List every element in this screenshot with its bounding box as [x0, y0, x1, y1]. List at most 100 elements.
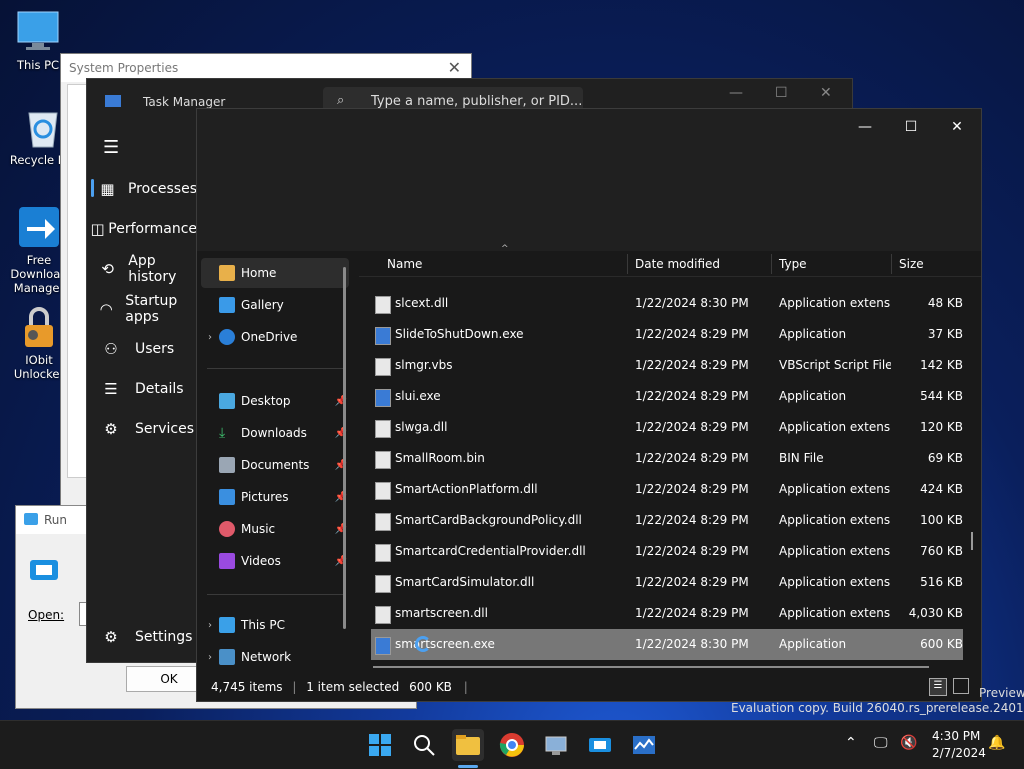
tiles-view-icon[interactable] — [953, 678, 969, 694]
nav-app-history[interactable]: ⟲ App history — [87, 249, 197, 289]
task-manager-taskbar-icon[interactable] — [628, 729, 660, 761]
nav-settings[interactable]: ⚙ Settings — [87, 617, 197, 657]
cell-type: Application extens... — [779, 296, 891, 310]
cell-date: 1/22/2024 8:30 PM — [635, 637, 749, 651]
close-icon[interactable]: ✕ — [820, 85, 832, 101]
nav-music[interactable]: Music 📌 — [201, 514, 349, 544]
column-divider[interactable] — [891, 254, 892, 274]
clock-time[interactable]: 4:30 PM — [932, 729, 980, 743]
cell-size: 544 KB — [920, 389, 963, 403]
chevron-right-icon[interactable]: › — [201, 332, 219, 343]
chevron-right-icon[interactable]: › — [201, 652, 219, 663]
nav-downloads[interactable]: ⤓ Downloads 📌 — [201, 418, 349, 448]
file-explorer-taskbar-icon[interactable] — [452, 729, 484, 761]
network-icon — [219, 649, 235, 665]
table-row[interactable]: SmallRoom.bin 1/22/2024 8:29 PM BIN File 69… — [371, 443, 963, 474]
notification-bell-icon[interactable]: 🔔 — [988, 735, 1005, 751]
cell-date: 1/22/2024 8:29 PM — [635, 606, 749, 620]
hamburger-icon[interactable]: ☰ — [103, 137, 119, 158]
nav-details[interactable]: ☰ Details — [87, 369, 197, 409]
close-icon[interactable]: ✕ — [934, 113, 980, 141]
navigation-pane: Home Gallery › OneDrive Desktop 📌 ⤓ Downloa… — [197, 252, 355, 670]
desktop-icon-this-pc[interactable]: This PC — [8, 10, 68, 72]
cell-name: SmartCardSimulator.dll — [395, 575, 535, 589]
nav-label: Music — [241, 522, 276, 536]
nav-desktop[interactable]: Desktop 📌 — [201, 386, 349, 416]
nav-label: OneDrive — [241, 330, 298, 344]
file-explorer-window[interactable]: — ☐ ✕ Home Gallery › OneDrive Desktop 📌 ⤓ D… — [196, 108, 982, 702]
monitor-icon — [219, 617, 235, 633]
network-icon[interactable]: 🖵 — [874, 735, 888, 751]
download-icon: ⤓ — [219, 425, 226, 441]
cell-date: 1/22/2024 8:30 PM — [635, 296, 749, 310]
table-row[interactable]: smartscreen.exe 1/22/2024 8:30 PM Applicat… — [371, 629, 963, 660]
window-title: Run — [44, 513, 68, 527]
system-properties-taskbar-icon[interactable] — [540, 729, 572, 761]
volume-muted-icon[interactable]: 🔇 — [900, 735, 917, 751]
table-row[interactable]: slmgr.vbs 1/22/2024 8:29 PM VBScript Scrip… — [371, 350, 963, 381]
run-taskbar-icon[interactable] — [584, 729, 616, 761]
nav-label: Videos — [241, 554, 281, 568]
file-icon — [375, 482, 391, 500]
start-icon[interactable] — [364, 729, 396, 761]
task-manager-titlebar[interactable]: Task Manager ⌕ Type a name, publisher, o… — [87, 79, 852, 117]
column-date[interactable]: Date modified — [635, 252, 720, 276]
application-file-icon — [375, 637, 391, 655]
nav-startup[interactable]: ◠ Startup apps — [87, 289, 197, 329]
column-divider[interactable] — [771, 254, 772, 274]
nav-label: Details — [135, 381, 184, 397]
cell-size: 760 KB — [920, 544, 963, 558]
taskbar: ⌃ 🖵 🔇 4:30 PM 2/7/2024 🔔 — [0, 720, 1024, 769]
nav-pictures[interactable]: Pictures 📌 — [201, 482, 349, 512]
nav-gallery[interactable]: Gallery — [201, 290, 349, 320]
nav-users[interactable]: ⚇ Users — [87, 329, 197, 369]
nav-scrollbar[interactable] — [343, 267, 346, 629]
nav-onedrive[interactable]: › OneDrive — [201, 322, 349, 352]
table-row[interactable]: SmartcardCredentialProvider.dll 1/22/2024… — [371, 536, 963, 567]
chevron-up-icon[interactable]: ⌃ — [845, 735, 857, 751]
startup-icon: ◠ — [99, 300, 113, 318]
maximize-icon[interactable]: ☐ — [888, 113, 934, 141]
table-row[interactable]: SmartActionPlatform.dll 1/22/2024 8:29 PM… — [371, 474, 963, 505]
table-row[interactable]: slcext.dll 1/22/2024 8:30 PM Application e… — [371, 288, 963, 319]
nav-this-pc[interactable]: › This PC — [201, 610, 349, 640]
column-divider[interactable] — [627, 254, 628, 274]
nav-performance[interactable]: ◫ Performance — [87, 209, 197, 249]
horizontal-scrollbar[interactable] — [373, 666, 929, 668]
app-history-icon: ⟲ — [101, 260, 114, 278]
column-name[interactable]: Name — [387, 252, 422, 276]
nav-label: Performance — [108, 221, 197, 237]
table-row[interactable]: smartscreen.dll 1/22/2024 8:29 PM Applicat… — [371, 598, 963, 629]
nav-documents[interactable]: Documents 📌 — [201, 450, 349, 480]
search-input[interactable]: Type a name, publisher, or PID... — [371, 94, 582, 109]
nav-videos[interactable]: Videos 📌 — [201, 546, 349, 576]
nav-processes[interactable]: ▦ Processes — [87, 169, 197, 209]
column-size[interactable]: Size — [899, 252, 924, 276]
table-row[interactable]: SmartCardSimulator.dll 1/22/2024 8:29 PM A… — [371, 567, 963, 598]
music-icon — [219, 521, 235, 537]
details-view-icon[interactable]: ☰ — [929, 678, 947, 696]
minimize-icon[interactable]: — — [842, 113, 888, 141]
nav-network[interactable]: › Network — [201, 642, 349, 672]
nav-label: Home — [241, 266, 277, 280]
chrome-icon[interactable] — [496, 729, 528, 761]
maximize-icon[interactable]: ☐ — [775, 85, 788, 101]
nav-services[interactable]: ⚙ Services — [87, 409, 197, 449]
table-row[interactable]: slwga.dll 1/22/2024 8:29 PM Application ex… — [371, 412, 963, 443]
column-type[interactable]: Type — [779, 252, 807, 276]
clock-date[interactable]: 2/7/2024 — [932, 746, 986, 760]
list-scrollbar[interactable] — [971, 532, 973, 550]
busy-cursor-icon — [415, 636, 431, 652]
table-row[interactable]: SmartCardBackgroundPolicy.dll 1/22/2024 8… — [371, 505, 963, 536]
table-row[interactable]: SlideToShutDown.exe 1/22/2024 8:29 PM Appl… — [371, 319, 963, 350]
nav-label: Downloads — [241, 426, 307, 440]
minimize-icon[interactable]: — — [729, 85, 743, 101]
table-row[interactable]: slui.exe 1/22/2024 8:29 PM Application 544 … — [371, 381, 963, 412]
cell-size: 120 KB — [920, 420, 963, 434]
nav-label: Users — [135, 341, 175, 357]
search-icon[interactable] — [408, 729, 440, 761]
chevron-right-icon[interactable]: › — [201, 620, 219, 631]
table-row-partial[interactable] — [371, 274, 963, 282]
nav-home[interactable]: Home — [201, 258, 349, 288]
status-bar: 4,745 items | 1 item selected 600 KB | ☰ — [197, 673, 981, 701]
